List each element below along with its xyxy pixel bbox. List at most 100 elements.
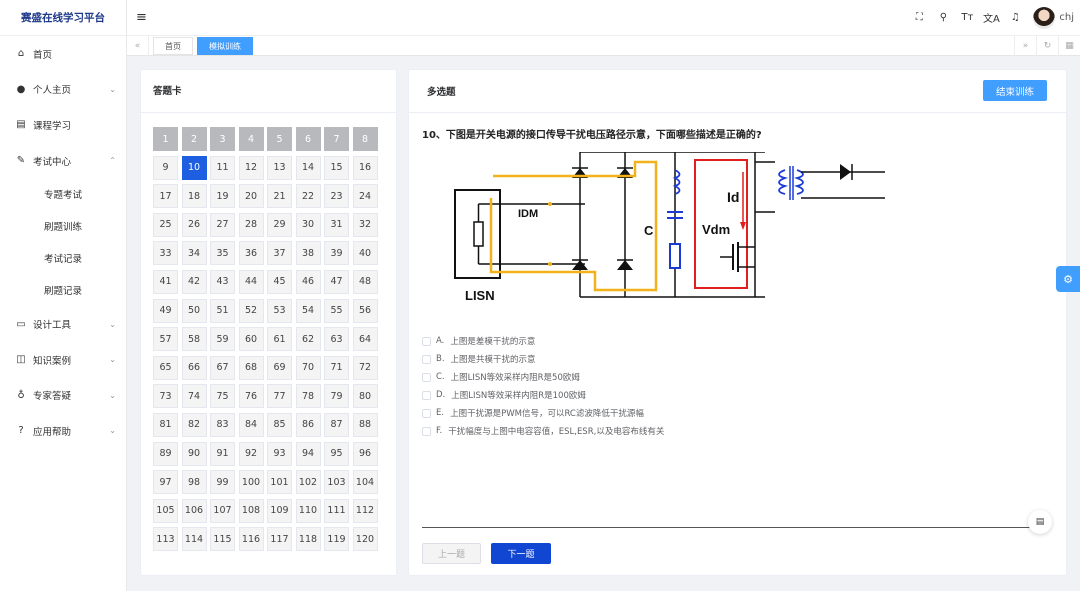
option-item[interactable]: C. 上图LISN等效采样内阻R是50欧姆 xyxy=(422,368,664,386)
question-number-button[interactable]: 19 xyxy=(210,184,235,209)
question-number-button[interactable]: 50 xyxy=(181,298,207,323)
tab-1[interactable]: 模拟训练 xyxy=(197,36,253,55)
question-number-button[interactable]: 46 xyxy=(295,269,321,294)
app-logo-title[interactable]: 赛盛在线学习平台 xyxy=(0,0,126,36)
question-number-button[interactable]: 71 xyxy=(324,355,349,380)
question-number-button[interactable]: 24 xyxy=(352,184,378,209)
question-number-button[interactable]: 97 xyxy=(153,470,178,495)
sidebar-subitem[interactable]: 专题考试 xyxy=(0,178,126,210)
question-number-button[interactable]: 86 xyxy=(295,412,321,437)
option-checkbox[interactable] xyxy=(422,426,431,436)
question-number-button[interactable]: 87 xyxy=(324,412,349,437)
tabs-scroll-right-icon[interactable]: » xyxy=(1014,35,1036,56)
question-number-button[interactable]: 44 xyxy=(238,269,264,294)
question-number-button[interactable]: 91 xyxy=(210,441,235,466)
question-number-button[interactable]: 119 xyxy=(324,527,349,552)
question-number-button[interactable]: 31 xyxy=(324,212,349,237)
question-number-button[interactable]: 30 xyxy=(295,212,321,237)
question-number-button[interactable]: 39 xyxy=(324,241,349,266)
sidebar-item-5[interactable]: ◫ 知识案例 ⌄ xyxy=(0,342,126,378)
question-number-button[interactable]: 93 xyxy=(267,441,292,466)
question-number-button[interactable]: 42 xyxy=(181,269,207,294)
avatar[interactable] xyxy=(1033,6,1056,29)
question-number-button[interactable]: 13 xyxy=(267,155,292,180)
username[interactable]: chj xyxy=(1059,12,1074,23)
option-item[interactable]: F. 干扰幅度与上图中电容容值，ESL,ESR,以及电容布线有关 xyxy=(422,422,664,440)
question-number-button[interactable]: 65 xyxy=(153,355,178,380)
question-number-button[interactable]: 38 xyxy=(295,241,321,266)
question-number-button[interactable]: 21 xyxy=(267,184,292,209)
question-number-button[interactable]: 73 xyxy=(153,384,178,409)
question-number-button[interactable]: 69 xyxy=(267,355,292,380)
question-number-button[interactable]: 103 xyxy=(324,470,349,495)
question-number-button[interactable]: 51 xyxy=(210,298,235,323)
tab-0[interactable]: 首页 xyxy=(153,36,193,55)
question-number-button[interactable]: 77 xyxy=(267,384,292,409)
question-number-button[interactable]: 109 xyxy=(267,498,292,523)
question-number-button[interactable]: 99 xyxy=(210,470,235,495)
question-number-button[interactable]: 48 xyxy=(352,269,378,294)
question-number-button[interactable]: 107 xyxy=(210,498,235,523)
question-number-button[interactable]: 60 xyxy=(238,327,264,352)
question-number-button[interactable]: 64 xyxy=(352,327,378,352)
sidebar-item-3[interactable]: ✎ 考试中心 ⌃ xyxy=(0,143,126,179)
question-number-button[interactable]: 49 xyxy=(153,298,178,323)
sidebar-subitem[interactable]: 刷题训练 xyxy=(0,210,126,242)
answer-card-scroll[interactable]: 1 2 3 4 5 6 7 8 9 10 11 12 13 14 15 16 17 18 19 20 21 22 23 24 2… xyxy=(153,127,381,562)
question-number-button[interactable]: 1 xyxy=(153,127,178,151)
option-item[interactable]: A. 上图是差模干扰的示意 xyxy=(422,332,664,350)
question-number-button[interactable]: 37 xyxy=(267,241,292,266)
question-number-button[interactable]: 16 xyxy=(352,155,378,180)
question-number-button[interactable]: 63 xyxy=(324,327,349,352)
question-number-button[interactable]: 47 xyxy=(324,269,349,294)
question-number-button[interactable]: 111 xyxy=(324,498,349,523)
option-item[interactable]: D. 上图LISN等效采样内阻R是100欧姆 xyxy=(422,386,664,404)
question-number-button[interactable]: 120 xyxy=(352,527,378,552)
question-number-button[interactable]: 28 xyxy=(238,212,264,237)
question-number-button[interactable]: 75 xyxy=(210,384,235,409)
question-number-button[interactable]: 15 xyxy=(324,155,349,180)
end-training-button[interactable]: 结束训练 xyxy=(983,80,1047,101)
question-number-button[interactable]: 85 xyxy=(267,412,292,437)
question-number-button[interactable]: 53 xyxy=(267,298,292,323)
question-number-button[interactable]: 105 xyxy=(153,498,178,523)
question-number-button[interactable]: 8 xyxy=(352,127,378,151)
question-number-button[interactable]: 113 xyxy=(153,527,178,552)
feedback-icon[interactable]: ▤ xyxy=(1028,510,1052,534)
question-number-button[interactable]: 80 xyxy=(352,384,378,409)
question-number-button[interactable]: 79 xyxy=(324,384,349,409)
question-number-button[interactable]: 2 xyxy=(181,127,207,151)
question-number-button[interactable]: 4 xyxy=(238,127,264,151)
question-number-button[interactable]: 54 xyxy=(295,298,321,323)
option-checkbox[interactable] xyxy=(422,372,431,382)
question-number-button[interactable]: 98 xyxy=(181,470,207,495)
question-number-button[interactable]: 20 xyxy=(238,184,264,209)
translate-icon[interactable]: 文A xyxy=(979,10,1003,25)
option-checkbox[interactable] xyxy=(422,390,431,400)
bell-icon[interactable]: ♫ xyxy=(1003,12,1027,23)
question-number-button[interactable]: 116 xyxy=(238,527,264,552)
question-number-button[interactable]: 35 xyxy=(210,241,235,266)
question-number-button[interactable]: 114 xyxy=(181,527,207,552)
question-number-button[interactable]: 78 xyxy=(295,384,321,409)
sidebar-item-2[interactable]: ▤ 课程学习 xyxy=(0,107,126,143)
question-number-button[interactable]: 18 xyxy=(181,184,207,209)
tabs-menu-icon[interactable]: ▦ xyxy=(1058,35,1080,56)
question-number-button[interactable]: 22 xyxy=(295,184,321,209)
option-checkbox[interactable] xyxy=(422,336,431,346)
hamburger-menu-icon[interactable]: ≡ xyxy=(136,10,147,25)
option-checkbox[interactable] xyxy=(422,354,431,364)
fullscreen-icon[interactable]: ⛶ xyxy=(907,12,931,23)
question-number-button[interactable]: 67 xyxy=(210,355,235,380)
question-number-button[interactable]: 43 xyxy=(210,269,235,294)
option-item[interactable]: B. 上图是共模干扰的示意 xyxy=(422,350,664,368)
sidebar-subitem[interactable]: 刷题记录 xyxy=(0,274,126,306)
question-number-button[interactable]: 112 xyxy=(352,498,378,523)
question-number-button[interactable]: 57 xyxy=(153,327,178,352)
option-item[interactable]: E. 上图干扰源是PWM信号，可以RC滤波降低干扰源幅 xyxy=(422,404,664,422)
question-number-button[interactable]: 115 xyxy=(210,527,235,552)
question-number-button[interactable]: 17 xyxy=(153,184,178,209)
question-number-button[interactable]: 9 xyxy=(153,155,178,180)
question-number-button[interactable]: 82 xyxy=(181,412,207,437)
question-number-button[interactable]: 89 xyxy=(153,441,178,466)
